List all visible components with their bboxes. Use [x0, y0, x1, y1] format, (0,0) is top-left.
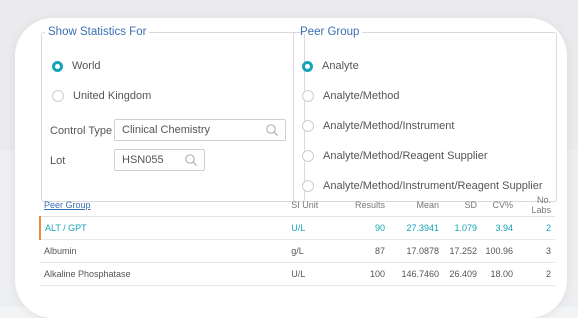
lot-label: Lot — [50, 155, 66, 167]
radio-analyte-method-instrument-label: Analyte/Method/Instrument — [323, 120, 455, 132]
si-unit-cell: g/L — [287, 239, 334, 263]
no-labs-column-header: No. Labs — [516, 194, 555, 217]
radio-analyte-method-label: Analyte/Method — [323, 90, 400, 102]
results-column-header: Results — [333, 194, 390, 217]
radio-analyte-label: Analyte — [322, 60, 359, 72]
radio-analyte-method-instrument[interactable]: Analyte/Method/Instrument — [302, 120, 454, 132]
no-labs-cell: 3 — [516, 239, 555, 263]
show-statistics-legend: Show Statistics For — [48, 26, 147, 38]
radio-unselected-icon — [302, 180, 314, 192]
peer-group-column-header[interactable]: Peer Group — [40, 194, 288, 217]
no-labs-cell: 2 — [516, 216, 555, 240]
sd-column-header: SD — [443, 194, 481, 217]
table-row[interactable]: Albumin g/L 87 17.0878 17.252 100.96 3 — [40, 239, 555, 263]
cv-column-header: CV% — [481, 194, 517, 217]
si-unit-cell: U/L — [287, 262, 334, 286]
radio-analyte-method-instrument-reagent-supplier-label: Analyte/Method/Instrument/Reagent Suppli… — [323, 180, 543, 192]
si-unit-cell: U/L — [287, 216, 334, 240]
results-cell: 87 — [333, 239, 390, 263]
radio-analyte[interactable]: Analyte — [302, 60, 359, 72]
table-row[interactable]: Alkaline Phosphatase U/L 100 146.7460 26… — [40, 262, 555, 286]
cv-cell: 3.94 — [481, 216, 517, 240]
table-header-row: Peer Group SI Unit Results Mean SD CV% N… — [40, 194, 555, 217]
sd-cell: 1.079 — [443, 216, 481, 240]
radio-unselected-icon — [52, 90, 64, 102]
table-row[interactable]: ALT / GPT U/L 90 27.3941 1.079 3.94 2 — [38, 216, 555, 240]
radio-analyte-method[interactable]: Analyte/Method — [302, 90, 399, 102]
cv-cell: 18.00 — [481, 262, 517, 286]
analyte-cell: Alkaline Phosphatase — [40, 262, 288, 286]
radio-united-kingdom-label: United Kingdom — [73, 90, 152, 102]
radio-analyte-method-instrument-reagent-supplier[interactable]: Analyte/Method/Instrument/Reagent Suppli… — [302, 180, 543, 192]
radio-world-label: World — [72, 60, 101, 72]
analyte-cell: Albumin — [40, 239, 288, 263]
no-labs-cell: 2 — [516, 262, 555, 286]
radio-united-kingdom[interactable]: United Kingdom — [52, 90, 151, 102]
mean-cell: 17.0878 — [389, 239, 444, 263]
lot-value: HSN055 — [122, 154, 164, 166]
radio-analyte-method-reagent-supplier-label: Analyte/Method/Reagent Supplier — [323, 150, 488, 162]
results-cell: 90 — [333, 216, 390, 240]
results-table: Peer Group SI Unit Results Mean SD CV% N… — [38, 194, 555, 286]
peer-group-legend: Peer Group — [300, 26, 360, 38]
radio-selected-icon — [52, 60, 63, 72]
cv-cell: 100.96 — [481, 239, 517, 263]
mean-cell: 146.7460 — [389, 262, 444, 286]
radio-analyte-method-reagent-supplier[interactable]: Analyte/Method/Reagent Supplier — [302, 150, 488, 162]
show-statistics-group: Show Statistics For World United Kingdom… — [41, 26, 305, 202]
analyte-cell: ALT / GPT — [38, 216, 288, 240]
search-icon — [266, 124, 278, 136]
search-icon — [185, 154, 197, 166]
control-type-select[interactable]: Clinical Chemistry — [114, 119, 286, 141]
control-type-value: Clinical Chemistry — [122, 124, 211, 136]
results-cell: 100 — [333, 262, 390, 286]
statistics-card: Show Statistics For World United Kingdom… — [15, 18, 567, 318]
radio-selected-icon — [302, 60, 313, 72]
radio-unselected-icon — [302, 120, 314, 132]
radio-unselected-icon — [302, 150, 314, 162]
si-unit-column-header: SI Unit — [287, 194, 334, 217]
mean-column-header: Mean — [389, 194, 444, 217]
radio-unselected-icon — [302, 90, 314, 102]
lot-select[interactable]: HSN055 — [114, 149, 205, 171]
radio-world[interactable]: World — [52, 60, 101, 72]
sd-cell: 26.409 — [443, 262, 481, 286]
control-type-label: Control Type — [50, 125, 113, 137]
mean-cell: 27.3941 — [389, 216, 444, 240]
sd-cell: 17.252 — [443, 239, 481, 263]
peer-group-group: Peer Group Analyte Analyte/Method Analyt… — [293, 26, 557, 202]
